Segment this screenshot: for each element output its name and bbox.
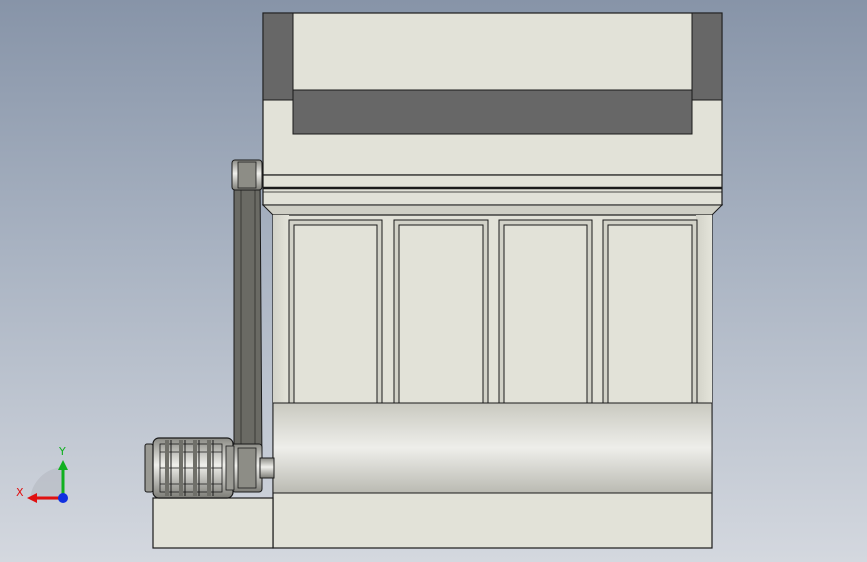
right-corner-block xyxy=(691,12,723,101)
flange-band xyxy=(261,174,724,216)
motor-base xyxy=(152,497,274,549)
y-axis-label: Y xyxy=(58,445,66,458)
left-corner-block xyxy=(262,12,294,101)
chamber-2 xyxy=(393,219,489,411)
machine-drawing: X Y xyxy=(16,12,724,549)
axis-triad[interactable]: X Y xyxy=(16,445,68,503)
chamber-3 xyxy=(498,219,593,411)
chamber-1 xyxy=(288,219,383,411)
chamber-4 xyxy=(602,219,698,411)
x-axis-label: X xyxy=(16,486,24,499)
motor xyxy=(144,437,235,499)
top-window-panel xyxy=(292,89,693,135)
z-axis-dot xyxy=(58,493,68,503)
upper-housing xyxy=(262,12,723,176)
cad-viewport[interactable]: X Y xyxy=(0,0,867,562)
bottom-roller xyxy=(272,402,713,494)
drive-shaft xyxy=(259,457,275,479)
